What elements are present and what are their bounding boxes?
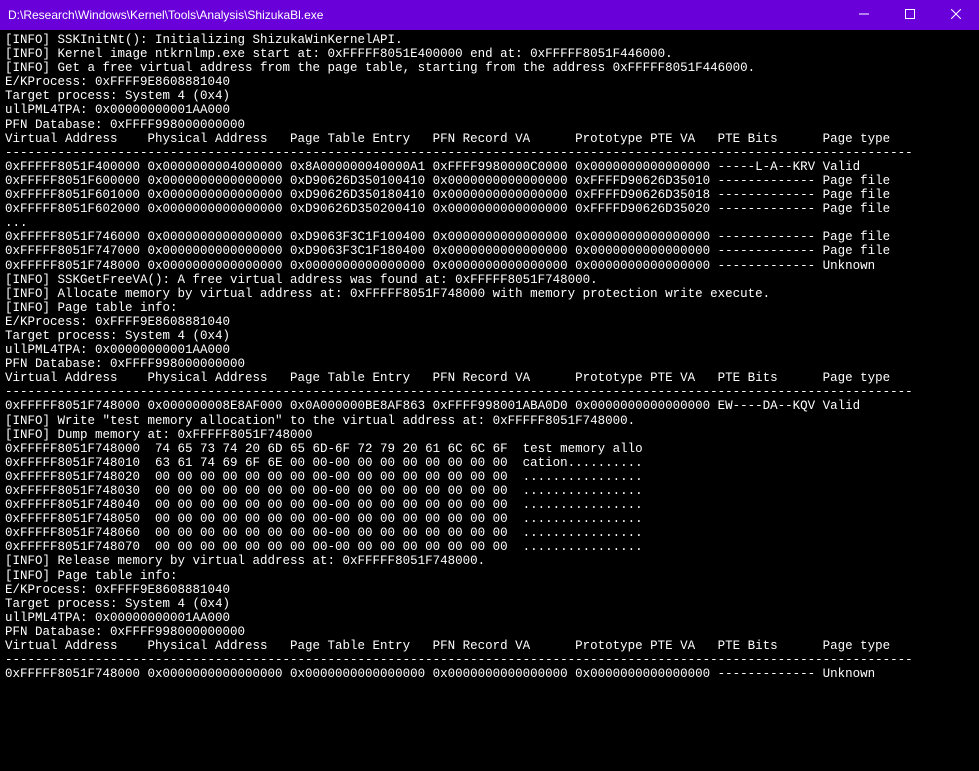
terminal-line: 0xFFFFF8051F748050 00 00 00 00 00 00 00 … [5,512,974,526]
terminal-line: 0xFFFFF8051F600000 0x0000000000000000 0x… [5,174,974,188]
terminal-line: [INFO] Allocate memory by virtual addres… [5,287,974,301]
terminal-line: ----------------------------------------… [5,385,974,399]
terminal-line: ullPML4TPA: 0x00000000001AA000 [5,343,974,357]
terminal-line: [INFO] Write "test memory allocation" to… [5,414,974,428]
terminal-line: Target process: System 4 (0x4) [5,597,974,611]
terminal-line: Virtual Address Physical Address Page Ta… [5,371,974,385]
terminal-line: 0xFFFFF8051F748020 00 00 00 00 00 00 00 … [5,470,974,484]
terminal-line: [INFO] Dump memory at: 0xFFFFF8051F74800… [5,428,974,442]
terminal-line: 0xFFFFF8051F602000 0x0000000000000000 0x… [5,202,974,216]
minimize-button[interactable] [841,0,887,30]
terminal-line: [INFO] Kernel image ntkrnlmp.exe start a… [5,47,974,61]
close-button[interactable] [933,0,979,30]
window-controls [841,0,979,30]
terminal-line: PFN Database: 0xFFFF998000000000 [5,118,974,132]
terminal-line: [INFO] Page table info: [5,301,974,315]
terminal-line: 0xFFFFF8051F748000 74 65 73 74 20 6D 65 … [5,442,974,456]
terminal-line: 0xFFFFF8051F748030 00 00 00 00 00 00 00 … [5,484,974,498]
terminal-line: Target process: System 4 (0x4) [5,89,974,103]
window-title: D:\Research\Windows\Kernel\Tools\Analysi… [8,8,841,22]
titlebar[interactable]: D:\Research\Windows\Kernel\Tools\Analysi… [0,0,979,30]
terminal-line: [INFO] Page table info: [5,569,974,583]
terminal-line: 0xFFFFF8051F748000 0x0000000000000000 0x… [5,667,974,681]
terminal-line: 0xFFFFF8051F601000 0x0000000000000000 0x… [5,188,974,202]
maximize-button[interactable] [887,0,933,30]
terminal-line: ----------------------------------------… [5,653,974,667]
terminal-line: [INFO] SSKInitNt(): Initializing Shizuka… [5,33,974,47]
terminal-line: 0xFFFFF8051F748040 00 00 00 00 00 00 00 … [5,498,974,512]
terminal-line: 0xFFFFF8051F748000 0x000000008E8AF000 0x… [5,399,974,413]
terminal-line: [INFO] Release memory by virtual address… [5,554,974,568]
maximize-icon [905,8,915,22]
terminal-line: ullPML4TPA: 0x00000000001AA000 [5,611,974,625]
terminal-line: E/KProcess: 0xFFFF9E8608881040 [5,315,974,329]
terminal-line: E/KProcess: 0xFFFF9E8608881040 [5,583,974,597]
minimize-icon [859,8,869,22]
terminal-line: PFN Database: 0xFFFF998000000000 [5,625,974,639]
close-icon [951,8,961,22]
terminal-line: PFN Database: 0xFFFF998000000000 [5,357,974,371]
terminal-line: [INFO] SSKGetFreeVA(): A free virtual ad… [5,273,974,287]
terminal-output[interactable]: [INFO] SSKInitNt(): Initializing Shizuka… [0,30,979,684]
terminal-line: Target process: System 4 (0x4) [5,329,974,343]
terminal-line: [INFO] Get a free virtual address from t… [5,61,974,75]
terminal-line: 0xFFFFF8051F748070 00 00 00 00 00 00 00 … [5,540,974,554]
terminal-line: ----------------------------------------… [5,146,974,160]
terminal-line: 0xFFFFF8051F747000 0x0000000000000000 0x… [5,244,974,258]
terminal-line: 0xFFFFF8051F748010 63 61 74 69 6F 6E 00 … [5,456,974,470]
terminal-line: Virtual Address Physical Address Page Ta… [5,132,974,146]
terminal-line: ullPML4TPA: 0x00000000001AA000 [5,103,974,117]
terminal-line: 0xFFFFF8051F748000 0x0000000000000000 0x… [5,259,974,273]
terminal-line: 0xFFFFF8051F400000 0x0000000004000000 0x… [5,160,974,174]
terminal-line: 0xFFFFF8051F746000 0x0000000000000000 0x… [5,230,974,244]
terminal-line: 0xFFFFF8051F748060 00 00 00 00 00 00 00 … [5,526,974,540]
terminal-line: Virtual Address Physical Address Page Ta… [5,639,974,653]
terminal-line: ... [5,216,974,230]
terminal-line: E/KProcess: 0xFFFF9E8608881040 [5,75,974,89]
